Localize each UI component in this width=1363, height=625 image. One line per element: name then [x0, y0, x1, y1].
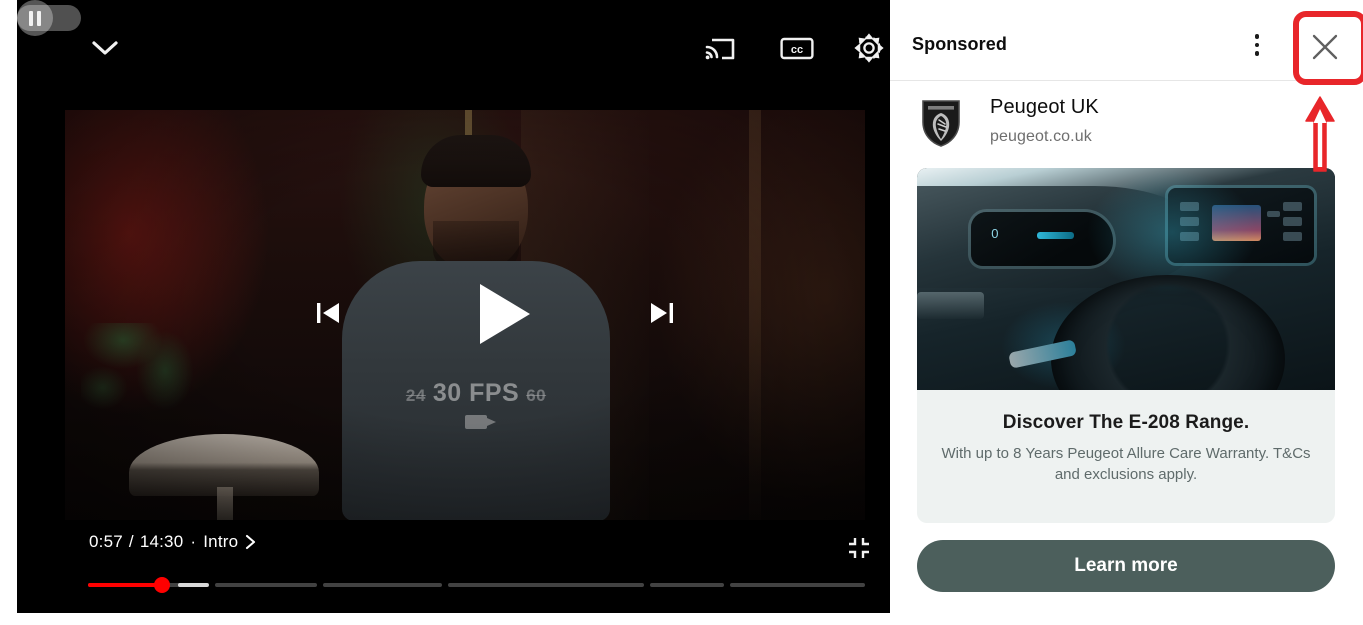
- kebab-menu-icon-dot: [1254, 51, 1260, 56]
- learn-more-button[interactable]: Learn more: [917, 540, 1335, 592]
- video-player[interactable]: 2430 FPS60: [17, 0, 890, 613]
- play-button[interactable]: [460, 270, 548, 358]
- kebab-menu-icon-dot: [1254, 42, 1260, 48]
- svg-text:cc: cc: [791, 44, 803, 56]
- progress-bar[interactable]: [88, 577, 865, 593]
- ad-headline: Discover The E-208 Range.: [1002, 412, 1250, 433]
- cast-icon: [705, 38, 735, 60]
- exit-fullscreen-button[interactable]: [839, 528, 879, 568]
- chapter-segment[interactable]: [214, 583, 318, 587]
- screen-tile: [1283, 201, 1303, 211]
- chapter-title: Intro: [203, 532, 239, 551]
- chevron-down-icon: [92, 41, 118, 55]
- current-time: 0:57: [89, 532, 123, 551]
- sponsored-ad-panel: Sponsored Peugeot UK peugeot.co.uk 0 Dis…: [890, 0, 1363, 625]
- peugeot-shield-logo-icon: [922, 100, 960, 147]
- chapter-list-button[interactable]: [245, 534, 256, 550]
- chapter-segment[interactable]: [649, 583, 724, 587]
- player-top-controls: cc: [17, 0, 890, 96]
- sponsored-label: Sponsored: [912, 34, 1007, 54]
- play-icon: [480, 284, 530, 344]
- advertiser-logo: [916, 96, 966, 150]
- autoplay-toggle[interactable]: [17, 0, 81, 36]
- next-video-button[interactable]: [637, 288, 687, 338]
- scrubber-handle[interactable]: [154, 577, 171, 593]
- screen-tile: [1283, 216, 1303, 226]
- skip-previous-icon: [317, 303, 339, 323]
- pause-icon: [17, 0, 53, 36]
- ad-description: With up to 8 Years Peugeot Allure Care W…: [941, 445, 1311, 484]
- screen-root: 2430 FPS60: [0, 0, 1363, 625]
- gear-icon: [854, 33, 884, 63]
- chapter-segment[interactable]: [729, 583, 865, 587]
- chapter-segment[interactable]: [447, 583, 644, 587]
- time-and-chapter-row[interactable]: 0:57 / 14:30 · Intro: [89, 532, 256, 552]
- ad-options-button[interactable]: [1240, 28, 1274, 62]
- skip-next-icon: [651, 303, 673, 323]
- car-air-vent: [917, 292, 984, 319]
- exit-fullscreen-icon: [849, 538, 869, 558]
- previous-video-button[interactable]: [303, 288, 353, 338]
- ad-copy: Discover The E-208 Range. With up to 8 Y…: [917, 390, 1335, 486]
- ad-creative-card[interactable]: Discover The E-208 Range. With up to 8 Y…: [917, 168, 1335, 523]
- collapse-player-button[interactable]: [83, 26, 127, 70]
- chevron-right-icon: [246, 534, 256, 550]
- player-center-controls: [17, 270, 890, 360]
- advertiser-name: Peugeot UK: [990, 96, 1099, 118]
- cast-button[interactable]: [697, 26, 743, 70]
- time-separator: /: [128, 532, 134, 551]
- advertiser-row[interactable]: Peugeot UK peugeot.co.uk: [890, 88, 1363, 160]
- screen-tile: [1267, 210, 1281, 217]
- close-icon: [1312, 34, 1338, 60]
- screen-tile: [1283, 231, 1303, 241]
- close-ad-button[interactable]: [1302, 24, 1348, 70]
- ad-header: Sponsored: [890, 0, 1363, 81]
- ad-image[interactable]: [917, 168, 1335, 390]
- total-duration: 14:30: [139, 532, 184, 551]
- settings-button[interactable]: [846, 26, 890, 70]
- chapter-dot: ·: [190, 532, 197, 551]
- buffered-progress: [178, 583, 210, 587]
- advertiser-url: peugeot.co.uk: [990, 128, 1092, 145]
- chapter-segment[interactable]: [323, 583, 442, 587]
- kebab-menu-icon-dot: [1254, 34, 1260, 39]
- closed-captions-icon: cc: [780, 37, 814, 59]
- captions-button[interactable]: cc: [774, 26, 820, 70]
